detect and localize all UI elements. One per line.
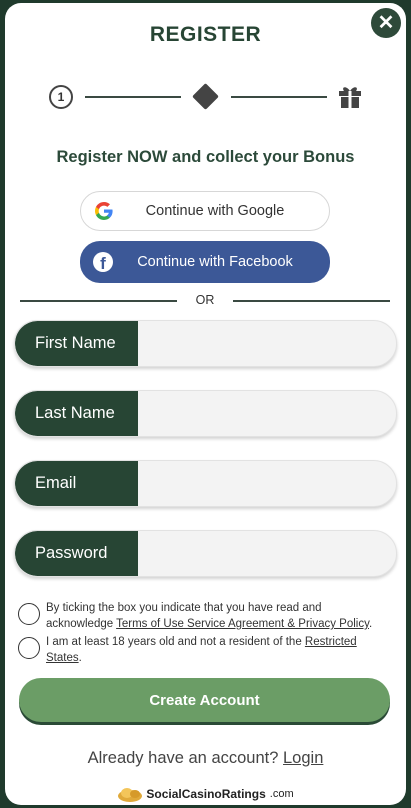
password-field: Password: [14, 530, 397, 577]
page-subtitle: Register NOW and collect your Bonus: [56, 148, 355, 166]
step-one-indicator: 1: [49, 85, 73, 109]
age-consent-text: I am at least 18 years old and not a res…: [46, 634, 390, 666]
terms-consent-row: By ticking the box you indicate that you…: [18, 600, 390, 632]
step-connector: [231, 96, 327, 98]
google-icon: [95, 202, 113, 220]
close-icon: ✕: [377, 12, 395, 34]
age-suffix-text: .: [78, 652, 82, 664]
age-checkbox[interactable]: [18, 637, 40, 659]
divider-line: [233, 300, 390, 302]
login-prompt-text: Already have an account?: [87, 749, 283, 767]
last-name-input[interactable]: [138, 391, 396, 436]
age-consent-row: I am at least 18 years old and not a res…: [18, 634, 390, 666]
close-button[interactable]: ✕: [371, 8, 401, 38]
facebook-icon: f: [93, 252, 113, 272]
password-label: Password: [15, 531, 138, 576]
age-prefix-text: I am at least 18 years old and not a res…: [46, 636, 305, 648]
login-prompt: Already have an account? Login: [5, 749, 406, 768]
terms-checkbox[interactable]: [18, 603, 40, 625]
first-name-field: First Name: [14, 320, 397, 367]
login-link[interactable]: Login: [283, 749, 323, 767]
email-input[interactable]: [138, 461, 396, 506]
register-modal: REGISTER ✕ 1 Register NOW and collect yo…: [5, 3, 406, 805]
brand-name: SocialCasinoRatings: [146, 787, 266, 801]
diamond-icon: [192, 83, 219, 110]
google-button-label: Continue with Google: [145, 203, 285, 219]
terms-suffix-text: .: [369, 618, 373, 630]
last-name-label: Last Name: [15, 391, 138, 436]
password-input[interactable]: [138, 531, 396, 576]
facebook-button-label: Continue with Facebook: [137, 254, 293, 270]
last-name-field: Last Name: [14, 390, 397, 437]
terms-link[interactable]: Terms of Use Service Agreement & Privacy…: [116, 618, 369, 630]
or-divider: OR: [20, 292, 390, 308]
brand-logo-icon: [118, 788, 143, 802]
footer-logo: SocialCasinoRatings .com: [5, 785, 406, 803]
email-label: Email: [15, 461, 138, 506]
terms-consent-text: By ticking the box you indicate that you…: [46, 600, 390, 632]
first-name-input[interactable]: [138, 321, 396, 366]
create-account-button[interactable]: Create Account: [19, 678, 390, 722]
step-connector: [85, 96, 181, 98]
first-name-label: First Name: [15, 321, 138, 366]
continue-with-google-button[interactable]: Continue with Google: [80, 191, 330, 231]
continue-with-facebook-button[interactable]: f Continue with Facebook: [80, 241, 330, 283]
gift-icon: [339, 87, 361, 108]
modal-title: REGISTER: [149, 23, 262, 46]
brand-tld: .com: [269, 788, 294, 800]
email-field: Email: [14, 460, 397, 507]
registration-stepper: 1: [49, 83, 361, 111]
